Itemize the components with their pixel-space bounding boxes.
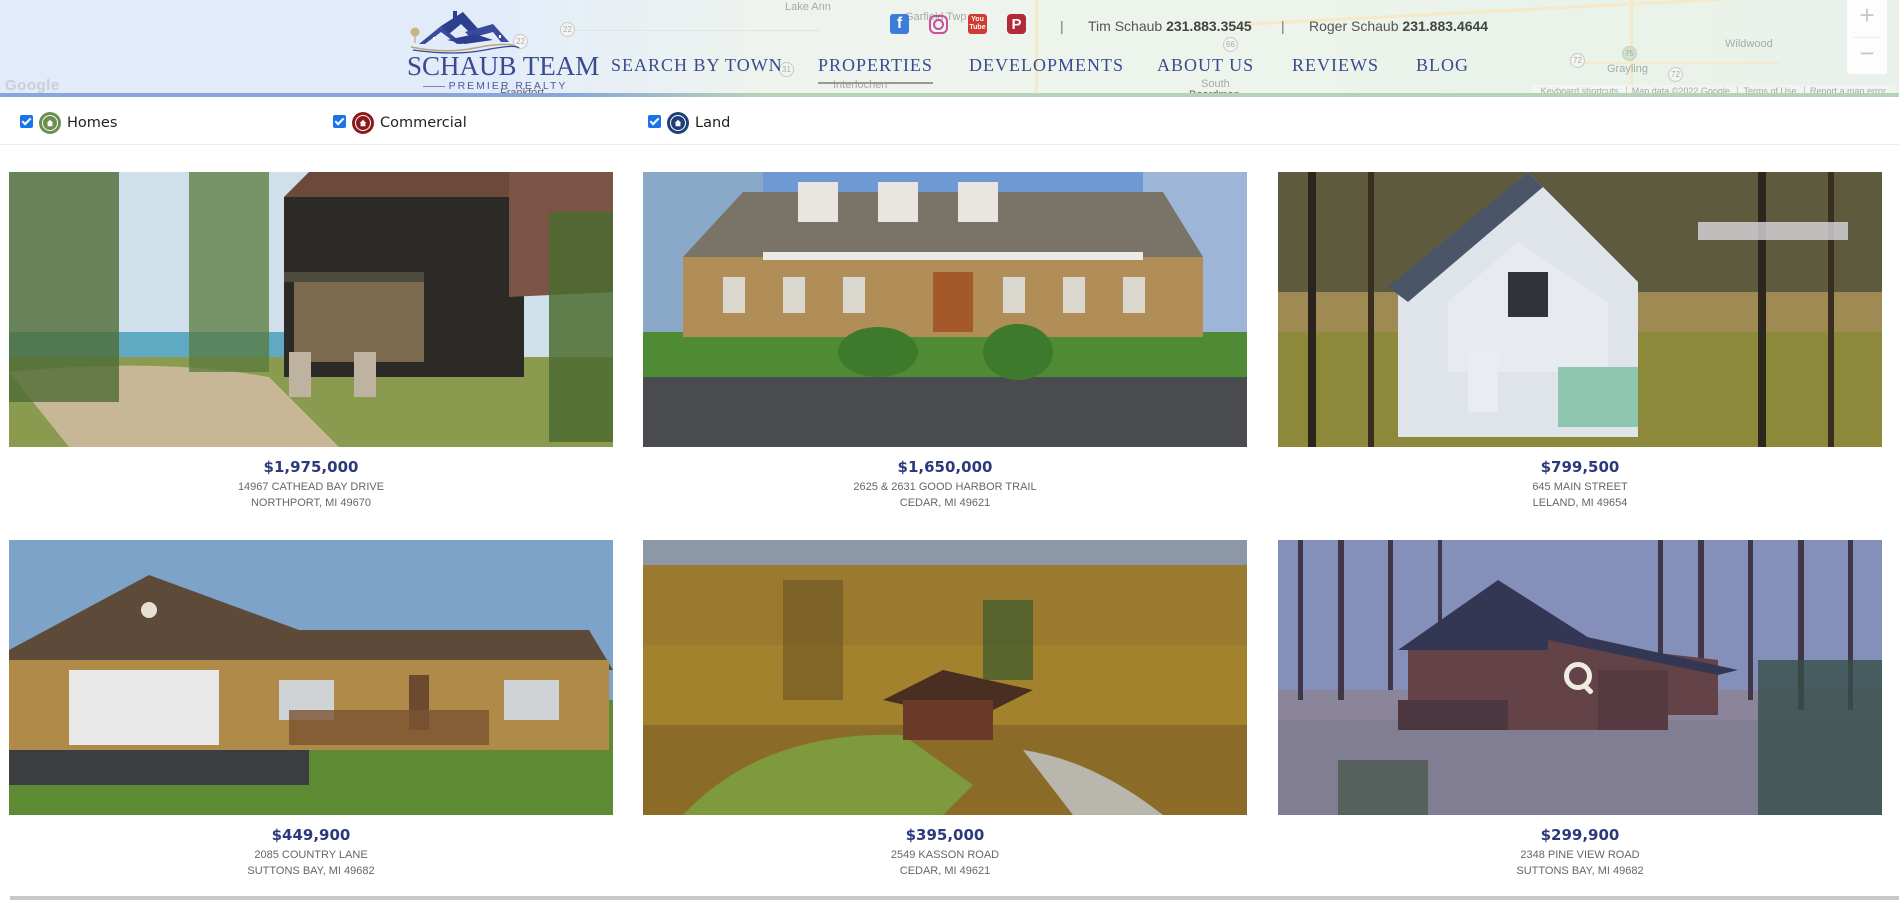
- route-badge: 75: [1622, 46, 1637, 61]
- nav-search-by-town[interactable]: SEARCH BY TOWN: [611, 55, 783, 76]
- contact-roger: Roger Schaub 231.883.4644: [1309, 18, 1488, 34]
- land-marker-icon: [667, 112, 689, 134]
- aerial-cabin-photo: [643, 540, 1247, 815]
- nav-properties[interactable]: PROPERTIES: [818, 55, 933, 84]
- listing-card[interactable]: $449,900 2085 COUNTRY LANE SUTTONS BAY, …: [9, 540, 613, 879]
- contact-phone-link[interactable]: 231.883.3545: [1166, 18, 1252, 34]
- pinterest-icon[interactable]: P: [1007, 14, 1026, 34]
- zoom-out-button[interactable]: −: [1847, 38, 1887, 75]
- filter-label: Homes: [67, 115, 118, 131]
- listing-address: 2348 PINE VIEW ROAD: [1520, 849, 1640, 861]
- listing-photo[interactable]: [1278, 540, 1882, 815]
- magnifier-icon: [1564, 661, 1596, 694]
- filter-land[interactable]: Land: [648, 112, 730, 134]
- contact-tim: Tim Schaub 231.883.3545: [1088, 18, 1252, 34]
- land-checkbox[interactable]: [648, 114, 661, 128]
- contact-separator: |: [1060, 18, 1064, 34]
- filter-label: Land: [695, 115, 731, 131]
- listing-card[interactable]: $299,900 2348 PINE VIEW ROAD SUTTONS BAY…: [1278, 540, 1882, 879]
- nav-blog[interactable]: BLOG: [1416, 55, 1469, 76]
- map-road: [1035, 0, 1038, 97]
- listing-address: 14967 CATHEAD BAY DRIVE: [237, 481, 385, 493]
- nav-about-us[interactable]: ABOUT US: [1157, 55, 1254, 76]
- listing-photo[interactable]: [643, 540, 1247, 815]
- nav-reviews[interactable]: REVIEWS: [1292, 55, 1379, 76]
- listing-photo[interactable]: [9, 172, 613, 447]
- facebook-glyph: f: [896, 15, 903, 32]
- route-badge: 72: [1570, 53, 1585, 68]
- homes-marker-icon: [39, 112, 61, 134]
- listing-card[interactable]: $395,000 2549 KASSON ROAD CEDAR, MI 4962…: [643, 540, 1247, 879]
- listing-card[interactable]: $799,500 645 MAIN STREET LELAND, MI 4965…: [1278, 172, 1882, 511]
- listing-city: NORTHPORT, MI 49670: [250, 497, 372, 509]
- youtube-glyph: You Tube: [969, 16, 986, 31]
- listing-address: 645 MAIN STREET: [1532, 481, 1628, 493]
- commercial-checkbox[interactable]: [333, 114, 346, 128]
- listing-photo[interactable]: [643, 172, 1247, 447]
- hover-overlay[interactable]: [1278, 540, 1882, 815]
- listing-address: 2085 COUNTRY LANE: [254, 849, 368, 861]
- listing-city: SUTTONS BAY, MI 49682: [247, 865, 375, 877]
- house-roof-logo-icon: [410, 11, 520, 54]
- facebook-icon[interactable]: f: [890, 14, 909, 34]
- listing-address: 2549 KASSON ROAD: [890, 849, 1000, 861]
- filter-label: Commercial: [380, 115, 467, 131]
- contact-separator: |: [1281, 18, 1285, 34]
- listing-price[interactable]: $395,000: [643, 826, 1247, 844]
- filter-commercial[interactable]: Commercial: [333, 112, 467, 134]
- horizontal-scrollbar[interactable]: [10, 896, 1899, 900]
- map-zoom-control: + −: [1847, 0, 1887, 74]
- google-logo: Google: [5, 77, 60, 94]
- social-links: f You Tube P: [890, 14, 1026, 34]
- route-badge: 72: [1668, 67, 1683, 82]
- listing-address: 2625 & 2631 GOOD HARBOR TRAIL: [853, 481, 1037, 493]
- ranch-home-photo: [9, 540, 613, 815]
- property-type-filters: Homes Commercial Land: [0, 98, 1899, 145]
- youtube-icon[interactable]: You Tube: [968, 14, 987, 34]
- pinterest-glyph: P: [1011, 15, 1022, 33]
- white-house-photo: [1278, 172, 1882, 447]
- contact-name: Tim Schaub: [1088, 18, 1163, 34]
- map-boundary: [560, 30, 820, 31]
- homes-checkbox[interactable]: [20, 114, 33, 128]
- listing-city: SUTTONS BAY, MI 49682: [1516, 865, 1644, 877]
- listing-price[interactable]: $1,975,000: [9, 458, 613, 476]
- route-badge: 66: [1223, 37, 1238, 52]
- map-label: Interlochen: [833, 79, 888, 91]
- map-edge: [0, 93, 1899, 97]
- listing-city: CEDAR, MI 49621: [899, 865, 991, 877]
- log-home-photo: [9, 172, 613, 447]
- listing-price[interactable]: $1,650,000: [643, 458, 1247, 476]
- map-label: Wildwood: [1725, 38, 1773, 50]
- brand-title: SCHAUB TEAM: [407, 51, 600, 81]
- zoom-in-button[interactable]: +: [1847, 0, 1887, 37]
- listing-card[interactable]: $1,975,000 14967 CATHEAD BAY DRIVE NORTH…: [9, 172, 613, 511]
- listing-price[interactable]: $799,500: [1278, 458, 1882, 476]
- instagram-icon[interactable]: [929, 14, 948, 34]
- filter-homes[interactable]: Homes: [20, 112, 117, 134]
- brand-subtitle-text: PREMIER REALTY: [448, 80, 568, 92]
- listing-city: LELAND, MI 49654: [1532, 497, 1628, 509]
- listing-city: CEDAR, MI 49621: [899, 497, 991, 509]
- listing-price[interactable]: $299,900: [1278, 826, 1882, 844]
- listing-photo[interactable]: [1278, 172, 1882, 447]
- listing-price[interactable]: $449,900: [9, 826, 613, 844]
- nav-developments[interactable]: DEVELOPMENTS: [969, 55, 1124, 76]
- listing-card[interactable]: $1,650,000 2625 & 2631 GOOD HARBOR TRAIL…: [643, 172, 1247, 511]
- map-label: Lake Ann: [785, 1, 831, 13]
- map-label: Grayling: [1607, 63, 1648, 75]
- listing-photo[interactable]: [9, 540, 613, 815]
- contact-name: Roger Schaub: [1309, 18, 1399, 34]
- cape-cod-home-photo: [643, 172, 1247, 447]
- brand-logo[interactable]: SCHAUB TEAM PREMIER REALTY: [405, 10, 600, 92]
- contact-phone-link[interactable]: 231.883.4644: [1402, 18, 1488, 34]
- commercial-marker-icon: [352, 112, 374, 134]
